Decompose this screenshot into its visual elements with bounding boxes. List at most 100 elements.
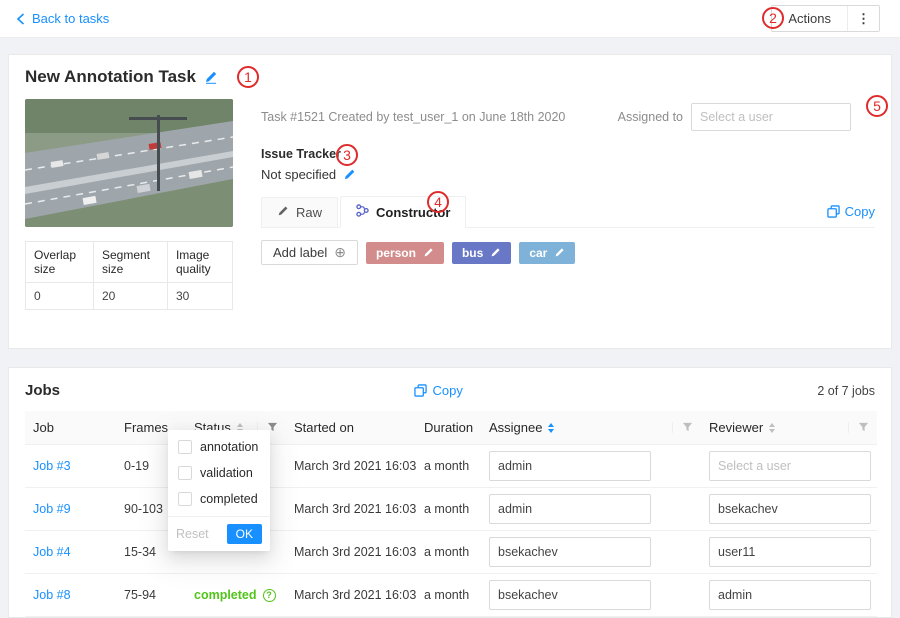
filter-option-validation-label: validation (200, 466, 253, 480)
checkbox-icon[interactable] (178, 466, 192, 480)
annotation-marker-3: 3 (336, 144, 358, 166)
question-circle-icon[interactable] (263, 589, 276, 602)
task-left-column: Overlap size Segment size Image quality … (25, 99, 233, 332)
job-3-started: March 3rd 2021 16:03 (286, 445, 416, 488)
issue-tracker-value: Not specified (261, 167, 336, 182)
jobs-title: Jobs (25, 382, 60, 399)
assignee-sort-control[interactable] (548, 423, 554, 433)
tab-raw[interactable]: Raw (261, 197, 338, 227)
pencil-icon (277, 205, 289, 220)
job-3-reviewer-select[interactable] (709, 451, 871, 481)
assignee-filter-icon[interactable] (672, 422, 693, 433)
add-label-button[interactable]: Add label (261, 240, 358, 265)
job-8-started: March 3rd 2021 16:03 (286, 574, 416, 617)
filter-options-menu: annotation validation completed (168, 430, 270, 516)
assigned-to-label: Assigned to (618, 110, 683, 124)
jobs-copy-button[interactable]: Copy (414, 383, 462, 398)
annotation-marker-1: 1 (237, 66, 259, 88)
constructor-icon (356, 204, 369, 220)
labels-row: Add label person bus car (261, 240, 875, 265)
labels-tabs-row: Raw Constructor Copy (261, 196, 875, 228)
job-row: Job #4 15-34 March 3rd 2021 16:03 a mont… (25, 531, 877, 574)
job-8-link[interactable]: Job #8 (33, 588, 71, 602)
jobs-header: Jobs Copy 2 of 7 jobs (25, 382, 875, 399)
labels-constructor-panel: Add label person bus car (261, 228, 875, 332)
job-8-duration: a month (416, 574, 481, 617)
column-assignee: Assignee (481, 411, 701, 445)
task-body: Overlap size Segment size Image quality … (25, 99, 875, 332)
task-right-column: Task #1521 Created by test_user_1 on Jun… (261, 99, 875, 332)
assigned-to-select[interactable] (691, 103, 851, 131)
job-3-link[interactable]: Job #3 (33, 459, 71, 473)
reviewer-sort-control[interactable] (769, 423, 775, 433)
annotation-marker-5: 5 (866, 95, 888, 117)
plus-circle-icon (334, 245, 346, 260)
job-8-reviewer-select[interactable] (709, 580, 871, 610)
job-9-reviewer-select[interactable] (709, 494, 871, 524)
chevron-left-icon (16, 13, 25, 25)
job-row: Job #9 90-103 March 3rd 2021 16:03 a mon… (25, 488, 877, 531)
pencil-icon (554, 247, 565, 258)
job-4-link[interactable]: Job #4 (33, 545, 71, 559)
job-9-started: March 3rd 2021 16:03 (286, 488, 416, 531)
task-title: New Annotation Task (25, 67, 196, 87)
job-3-assignee-select[interactable] (489, 451, 651, 481)
caret-up-icon (548, 423, 554, 427)
back-to-tasks-label: Back to tasks (32, 11, 109, 26)
caret-up-icon (769, 423, 775, 427)
jobs-table-header-row: Job Frames Status (25, 411, 877, 445)
filter-ok-button[interactable]: OK (227, 524, 262, 544)
issue-tracker-edit-icon[interactable] (343, 168, 356, 181)
job-9-duration: a month (416, 488, 481, 531)
image-quality-value: 30 (167, 283, 232, 310)
task-title-row: New Annotation Task (25, 67, 875, 87)
checkbox-icon[interactable] (178, 492, 192, 506)
job-8-assignee-select[interactable] (489, 580, 651, 610)
job-4-reviewer-select[interactable] (709, 537, 871, 567)
job-4-duration: a month (416, 531, 481, 574)
job-4-started: March 3rd 2021 16:03 (286, 531, 416, 574)
task-preview-image (25, 99, 233, 227)
overlap-size-value: 0 (26, 283, 94, 310)
label-tag-car[interactable]: car (519, 242, 575, 264)
column-started-on: Started on (286, 411, 416, 445)
status-filter-dropdown: annotation validation completed Reset OK (168, 430, 270, 551)
actions-button-group: Actions (771, 5, 880, 32)
job-9-assignee-select[interactable] (489, 494, 651, 524)
job-4-assignee-select[interactable] (489, 537, 651, 567)
pencil-icon (490, 247, 501, 258)
filter-option-validation[interactable]: validation (168, 460, 270, 486)
filter-reset-button[interactable]: Reset (176, 527, 209, 541)
caret-down-icon (769, 429, 775, 433)
pencil-icon (423, 247, 434, 258)
checkbox-icon[interactable] (178, 440, 192, 454)
jobs-card: Jobs Copy 2 of 7 jobs Job Frames (8, 367, 892, 618)
jobs-table: Job Frames Status (25, 411, 877, 617)
task-meta-row: Task #1521 Created by test_user_1 on Jun… (261, 103, 875, 131)
tab-raw-label: Raw (296, 205, 322, 220)
labels-copy-button[interactable]: Copy (827, 204, 875, 227)
filter-option-annotation[interactable]: annotation (168, 434, 270, 460)
job-9-link[interactable]: Job #9 (33, 502, 71, 516)
back-to-tasks-link[interactable]: Back to tasks (16, 11, 109, 26)
label-tag-person[interactable]: person (366, 242, 444, 264)
task-name-edit-icon[interactable] (204, 70, 218, 84)
job-8-status-text: completed (194, 588, 257, 602)
job-8-status: completed (194, 588, 276, 602)
column-job: Job (25, 411, 116, 445)
task-parameters-table: Overlap size Segment size Image quality … (25, 241, 233, 310)
kebab-menu-icon[interactable] (848, 6, 879, 31)
copy-icon (827, 205, 840, 218)
jobs-count: 2 of 7 jobs (817, 384, 875, 398)
label-tag-bus[interactable]: bus (452, 242, 511, 264)
overlap-size-header: Overlap size (26, 242, 94, 283)
filter-option-completed[interactable]: completed (168, 486, 270, 512)
column-duration: Duration (416, 411, 481, 445)
image-quality-header: Image quality (167, 242, 232, 283)
reviewer-filter-icon[interactable] (848, 422, 869, 433)
filter-dropdown-footer: Reset OK (168, 516, 270, 551)
assigned-to-wrap: Assigned to (618, 103, 875, 131)
labels-copy-label: Copy (845, 204, 875, 219)
annotation-marker-2: 2 (762, 7, 784, 29)
filter-option-annotation-label: annotation (200, 440, 258, 454)
